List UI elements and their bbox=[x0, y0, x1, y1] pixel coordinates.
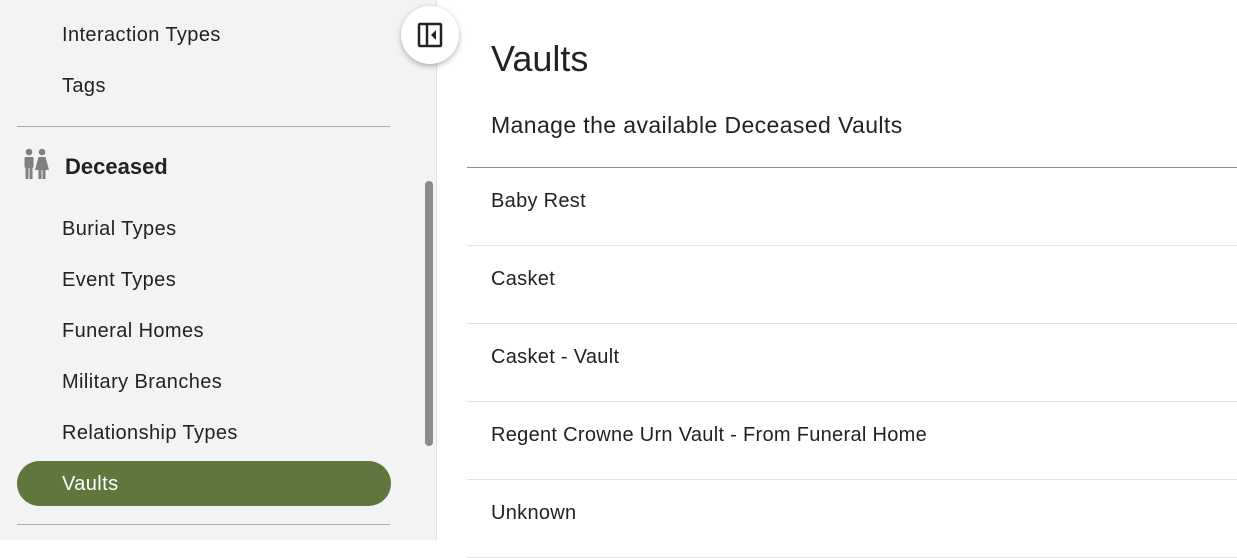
list-item-label: Unknown bbox=[491, 502, 577, 524]
section-title: Deceased bbox=[65, 154, 168, 179]
sidebar-item-military-branches[interactable]: Military Branches bbox=[62, 370, 222, 394]
list-item[interactable]: Casket - Vault bbox=[467, 324, 1237, 402]
sidebar-item-tags[interactable]: Tags bbox=[62, 74, 106, 98]
sidebar-item-event-types[interactable]: Event Types bbox=[62, 268, 176, 292]
sidebar-item-burial-types[interactable]: Burial Types bbox=[62, 217, 177, 241]
list-item-label: Regent Crowne Urn Vault - From Funeral H… bbox=[491, 424, 928, 446]
list-item-label: Baby Rest bbox=[491, 190, 586, 212]
list-item-label: Casket bbox=[491, 268, 556, 290]
scrollbar-thumb[interactable] bbox=[425, 181, 433, 446]
sidebar-item-vaults[interactable]: Vaults bbox=[17, 461, 391, 506]
sidebar-item-label: Vaults bbox=[62, 473, 119, 495]
list-item[interactable]: Unknown bbox=[467, 480, 1237, 558]
sidebar: Interaction Types Tags Deceased Burial T… bbox=[0, 0, 437, 540]
sidebar-item-relationship-types[interactable]: Relationship Types bbox=[62, 421, 238, 445]
sidebar-divider bbox=[17, 524, 390, 525]
sidebar-divider bbox=[17, 126, 390, 127]
people-icon bbox=[24, 148, 49, 179]
list-item[interactable]: Baby Rest bbox=[467, 168, 1237, 246]
main-content: Vaults Manage the available Deceased Vau… bbox=[437, 0, 1237, 558]
page-title: Vaults bbox=[491, 38, 589, 79]
list-item[interactable]: Regent Crowne Urn Vault - From Funeral H… bbox=[467, 402, 1237, 480]
list-item-label: Casket - Vault bbox=[491, 346, 620, 368]
sidebar-item-interaction-types[interactable]: Interaction Types bbox=[62, 23, 221, 47]
sidebar-item-funeral-homes[interactable]: Funeral Homes bbox=[62, 319, 204, 343]
page-subtitle: Manage the available Deceased Vaults bbox=[491, 112, 903, 138]
list-item[interactable]: Casket bbox=[467, 246, 1237, 324]
vault-list: Baby Rest Casket Casket - Vault Regent C… bbox=[467, 168, 1237, 558]
